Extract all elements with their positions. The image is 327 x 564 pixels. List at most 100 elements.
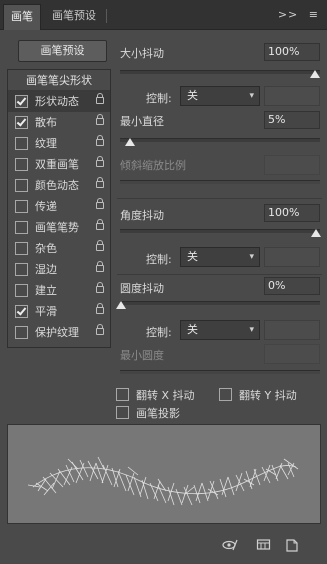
lock-icon[interactable]: [96, 240, 104, 251]
brush-presets-button[interactable]: 画笔预设: [18, 40, 107, 62]
roundness-control-field: [264, 320, 320, 340]
angle-jitter-label: 角度抖动: [120, 209, 164, 222]
brush-projection-option[interactable]: 画笔投影: [116, 405, 216, 421]
stroke-preview-image: [27, 456, 299, 506]
lock-icon[interactable]: [96, 114, 104, 125]
tab-brush[interactable]: 画笔: [3, 4, 41, 30]
tab-brush-presets-label: 画笔预设: [52, 9, 96, 22]
list-item-label: 双重画笔: [35, 158, 79, 171]
list-item-transfer[interactable]: 传递: [8, 196, 110, 217]
expand-panels-button[interactable]: >>: [278, 8, 298, 21]
lock-icon[interactable]: [96, 177, 104, 188]
size-control-value: 关: [187, 89, 198, 102]
smoothing-checkbox[interactable]: [15, 305, 28, 318]
panel-grid-icon[interactable]: [256, 538, 272, 552]
list-item-label: 传递: [35, 200, 57, 213]
lock-icon[interactable]: [96, 261, 104, 272]
min-diameter-slider[interactable]: [120, 138, 320, 142]
lock-icon[interactable]: [96, 219, 104, 230]
list-item-label: 形状动态: [35, 95, 79, 108]
list-item-label: 平滑: [35, 305, 57, 318]
angle-jitter-value[interactable]: 100%: [264, 204, 320, 222]
angle-jitter-slider-thumb[interactable]: [311, 229, 321, 237]
tilt-scale-slider: [120, 180, 320, 184]
transfer-checkbox[interactable]: [15, 200, 28, 213]
new-page-icon[interactable]: [284, 538, 300, 552]
brush-projection-checkbox[interactable]: [116, 406, 129, 419]
shape-dynamics-checkbox[interactable]: [15, 95, 28, 108]
min-diameter-label: 最小直径: [120, 115, 164, 128]
size-jitter-value[interactable]: 100%: [264, 43, 320, 61]
list-item-label: 颜色动态: [35, 179, 79, 192]
chevron-down-icon: ▾: [249, 91, 254, 101]
min-diameter-slider-thumb[interactable]: [125, 138, 135, 146]
tilt-scale-label: 倾斜缩放比例: [120, 159, 186, 172]
min-roundness-label: 最小圆度: [120, 349, 164, 362]
lock-icon[interactable]: [96, 135, 104, 146]
size-jitter-slider[interactable]: [120, 70, 320, 74]
lock-icon[interactable]: [96, 198, 104, 209]
flip-x-option[interactable]: 翻转 X 抖动: [116, 387, 216, 403]
angle-control-value: 关: [187, 250, 198, 263]
angle-control-field: [264, 247, 320, 267]
list-item-scattering[interactable]: 散布: [8, 112, 110, 133]
list-item-protect-texture[interactable]: 保护纹理: [8, 322, 110, 343]
eye-brush-icon[interactable]: [222, 538, 238, 552]
chevron-down-icon: ▾: [249, 252, 254, 262]
noise-checkbox[interactable]: [15, 242, 28, 255]
list-item-label: 画笔笔势: [35, 221, 79, 234]
roundness-control-label: 控制:: [146, 326, 172, 339]
list-item-texture[interactable]: 纹理: [8, 133, 110, 154]
brush-pose-checkbox[interactable]: [15, 221, 28, 234]
tab-bar: 画笔 画笔预设 >> ≡: [0, 0, 327, 30]
brush-tip-shape-label: 画笔笔尖形状: [26, 74, 92, 87]
list-item-label: 散布: [35, 116, 57, 129]
flip-y-label: 翻转 Y 抖动: [239, 389, 297, 402]
min-diameter-value[interactable]: 5%: [264, 111, 320, 129]
angle-control-select[interactable]: 关 ▾: [180, 247, 260, 267]
list-item-color-dynamics[interactable]: 颜色动态: [8, 175, 110, 196]
roundness-jitter-slider-thumb[interactable]: [116, 301, 126, 309]
roundness-control-select[interactable]: 关 ▾: [180, 320, 260, 340]
lock-icon[interactable]: [96, 324, 104, 335]
list-item-wet-edges[interactable]: 湿边: [8, 259, 110, 280]
scattering-checkbox[interactable]: [15, 116, 28, 129]
texture-checkbox[interactable]: [15, 137, 28, 150]
list-item-label: 建立: [35, 284, 57, 297]
tab-brush-label: 画笔: [11, 10, 33, 23]
brush-tip-shape-item[interactable]: 画笔笔尖形状: [8, 70, 110, 91]
build-up-checkbox[interactable]: [15, 284, 28, 297]
size-control-select[interactable]: 关 ▾: [180, 86, 260, 106]
brush-settings-list: 画笔笔尖形状 形状动态 散布 纹理 双重画笔 颜色动态 传递 画笔笔势 杂色 湿…: [7, 69, 111, 348]
section-divider: [117, 198, 322, 199]
hamburger-menu-icon[interactable]: ≡: [309, 8, 319, 21]
size-jitter-label: 大小抖动: [120, 47, 164, 60]
wet-edges-checkbox[interactable]: [15, 263, 28, 276]
color-dynamics-checkbox[interactable]: [15, 179, 28, 192]
flip-y-checkbox[interactable]: [219, 388, 232, 401]
brush-stroke-preview: [7, 424, 321, 524]
list-item-brush-pose[interactable]: 画笔笔势: [8, 217, 110, 238]
flip-x-checkbox[interactable]: [116, 388, 129, 401]
lock-icon[interactable]: [96, 282, 104, 293]
list-item-shape-dynamics[interactable]: 形状动态: [8, 91, 110, 112]
roundness-jitter-slider[interactable]: [120, 301, 320, 305]
size-jitter-slider-thumb[interactable]: [310, 70, 320, 78]
list-item-noise[interactable]: 杂色: [8, 238, 110, 259]
chevron-down-icon: ▾: [249, 325, 254, 335]
angle-jitter-slider[interactable]: [120, 229, 320, 233]
min-roundness-slider: [120, 370, 320, 374]
list-item-dual-brush[interactable]: 双重画笔: [8, 154, 110, 175]
lock-icon[interactable]: [96, 156, 104, 167]
dual-brush-checkbox[interactable]: [15, 158, 28, 171]
list-item-smoothing[interactable]: 平滑: [8, 301, 110, 322]
list-item-build-up[interactable]: 建立: [8, 280, 110, 301]
section-divider: [117, 274, 322, 275]
lock-icon[interactable]: [96, 93, 104, 104]
flip-y-option[interactable]: 翻转 Y 抖动: [219, 387, 319, 403]
protect-texture-checkbox[interactable]: [15, 326, 28, 339]
brush-projection-label: 画笔投影: [136, 407, 180, 420]
tab-brush-presets[interactable]: 画笔预设: [44, 4, 104, 30]
lock-icon[interactable]: [96, 303, 104, 314]
roundness-jitter-value[interactable]: 0%: [264, 277, 320, 295]
